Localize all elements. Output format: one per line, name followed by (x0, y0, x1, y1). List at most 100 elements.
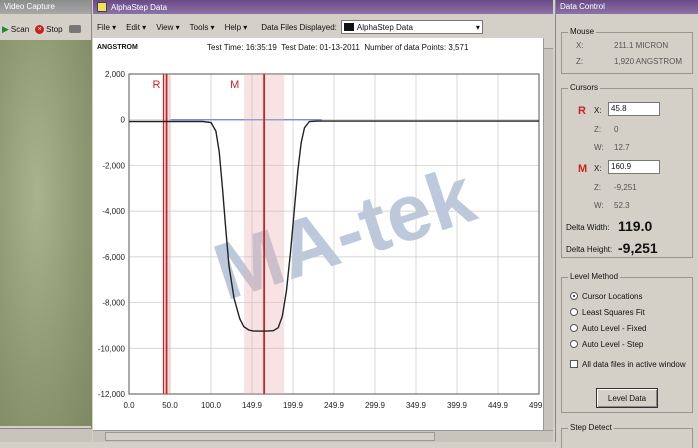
step-detect-group: Step Detect (561, 423, 693, 448)
x-tick-label: 100.0 (201, 401, 222, 410)
app-icon (97, 2, 107, 12)
unit-label: ANGSTROM (97, 43, 138, 51)
radio-least-squares-label: Least Squares Fit (582, 307, 645, 317)
plot-vertical-scrollbar[interactable] (543, 38, 553, 430)
menu-file[interactable]: File ▾ (97, 23, 116, 32)
radio-auto-level-step[interactable]: Auto Level - Step (570, 336, 686, 352)
y-tick-label: 2,000 (105, 70, 126, 79)
m-x-label: X: (594, 164, 602, 173)
y-tick-label: -10,000 (98, 344, 126, 353)
cursor-r-x-input[interactable]: 45.8 (608, 102, 660, 116)
x-tick-label: 50.0 (162, 401, 178, 410)
menu-help-label: Help (224, 22, 242, 32)
menu-edit[interactable]: Edit ▾ (126, 23, 146, 32)
menu-edit-label: Edit (126, 22, 140, 32)
scroll-up-arrow[interactable] (544, 38, 553, 49)
y-tick-label: -2,000 (102, 161, 125, 170)
chart-header: ANGSTROM Test Time: 16:35:19 Test Date: … (93, 38, 553, 56)
camera-icon (68, 25, 81, 33)
plot-area: MA-tek 0.0 50.0 100.0 149.9 199.9 249.9 299.9 34… (93, 56, 543, 430)
data-window-title-text: AlphaStep Data (111, 2, 168, 12)
x-tick-label: 499.9 (529, 401, 543, 410)
menu-tools[interactable]: Tools ▾ (190, 23, 215, 32)
cursor-r-w-value: 12.7 (614, 143, 630, 152)
scan-button[interactable]: ▶ Scan (2, 24, 29, 35)
mouse-x-value: 211.1 MICRON (614, 41, 669, 50)
step-detect-title: Step Detect (568, 423, 614, 432)
video-capture-title: Video Capture (0, 0, 91, 14)
y-tick-label: -6,000 (102, 253, 125, 262)
cursor-label: M (230, 79, 239, 91)
all-files-label: All data files in active window (582, 359, 686, 369)
x-tick-label: 199.9 (283, 401, 304, 410)
video-capture-pane: Video Capture ▶ Scan × Stop (0, 0, 92, 442)
mouse-group-title: Mouse (568, 27, 597, 36)
points-value: 3,571 (448, 42, 469, 52)
scroll-thumb[interactable] (105, 432, 435, 441)
mouse-z-value: 1,920 ANGSTROM (614, 57, 683, 66)
r-w-label: W: (594, 143, 604, 152)
radio-cursor-locations-label: Cursor Locations (582, 291, 643, 301)
m-w-label: W: (594, 201, 604, 210)
x-tick-label: 299.9 (365, 401, 386, 410)
test-date-label: Test Date: (281, 42, 318, 52)
x-tick-label: 349.9 (406, 401, 427, 410)
cursor-m-x-input[interactable]: 160.9 (608, 160, 660, 174)
delta-height-value: -9,251 (618, 240, 658, 256)
radio-selected-icon (570, 292, 578, 300)
points-label: Number of data Points: (364, 42, 447, 52)
level-data-label: Level Data (607, 393, 647, 403)
scan-label: Scan (10, 24, 30, 34)
plot-horizontal-scrollbar[interactable] (93, 430, 553, 442)
cursor-r-z-value: 0 (614, 125, 619, 134)
radio-least-squares[interactable]: Least Squares Fit (570, 304, 686, 320)
y-tick-label: 0 (121, 116, 126, 125)
cursors-group: Cursors R X: 45.8 Z: 0 W: 12.7 M X: 160.… (561, 83, 693, 258)
stop-button[interactable]: × Stop (35, 24, 63, 34)
x-tick-label: 149.9 (242, 401, 263, 410)
profile-chart[interactable]: MA-tek0.0 50.0 100.0 149.9 199.9 249.9 299.9 34… (93, 56, 543, 430)
mouse-group: Mouse X: 211.1 MICRON Z: 1,920 ANGSTROM (561, 27, 693, 74)
data-files-select[interactable]: AlphaStep Data ▾ (340, 20, 483, 34)
test-time: 16:35:19 (245, 42, 277, 52)
radio-icon (570, 340, 578, 348)
radio-cursor-locations[interactable]: Cursor Locations (570, 288, 686, 304)
cursors-group-title: Cursors (568, 83, 601, 92)
menu-view-label: View (156, 22, 174, 32)
video-feed (0, 40, 92, 426)
menu-help[interactable]: Help ▾ (225, 23, 248, 32)
x-tick-label: 0.0 (123, 401, 135, 410)
delta-width-label: Delta Width: (566, 223, 610, 232)
cursor-m-z-value: -9,251 (614, 183, 637, 192)
video-scrollbar[interactable] (0, 428, 92, 442)
menu-file-label: File (97, 22, 110, 32)
y-tick-label: -12,000 (98, 390, 126, 399)
menu-bar: File ▾ Edit ▾ View ▾ Tools ▾ Help ▾ Data… (93, 16, 553, 38)
data-control-pane: Data Control Mouse X: 211.1 MICRON Z: 1,… (555, 0, 698, 448)
y-tick-label: -4,000 (102, 207, 125, 216)
cursor-r-label: R (578, 105, 586, 117)
menu-view[interactable]: View ▾ (156, 23, 179, 32)
x-tick-label: 249.9 (324, 401, 345, 410)
radio-auto-level-fixed[interactable]: Auto Level - Fixed (570, 320, 686, 336)
color-swatch-icon (343, 23, 354, 31)
level-data-button[interactable]: Level Data (596, 388, 658, 408)
all-files-checkbox[interactable]: All data files in active window (570, 356, 686, 372)
data-files-value: AlphaStep Data (356, 22, 413, 32)
test-time-label: Test Time: (207, 42, 244, 52)
r-x-label: X: (594, 106, 602, 115)
stop-label: Stop (46, 24, 63, 34)
delta-height-label: Delta Height: (566, 245, 613, 254)
chevron-down-icon: ▾ (475, 22, 480, 32)
video-toolbar: ▶ Scan × Stop (0, 20, 92, 38)
mouse-x-label: X: (576, 41, 584, 50)
x-tick-label: 399.9 (447, 401, 468, 410)
cursor-label: R (153, 79, 161, 91)
data-control-title: Data Control (556, 0, 698, 14)
level-method-group: Level Method Cursor Locations Least Squa… (561, 272, 693, 413)
camera-button[interactable] (68, 25, 81, 33)
radio-icon (570, 324, 578, 332)
radio-auto-step-label: Auto Level - Step (582, 339, 644, 349)
menu-tools-label: Tools (189, 22, 209, 32)
radio-auto-fixed-label: Auto Level - Fixed (582, 323, 647, 333)
